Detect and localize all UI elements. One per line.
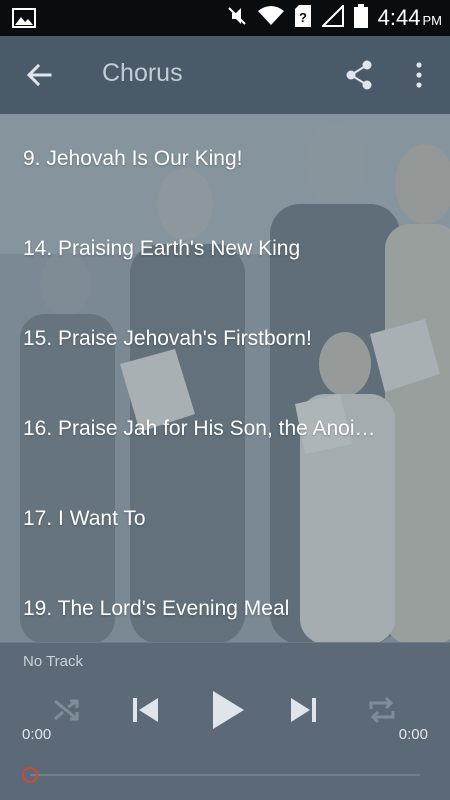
sim-icon: ?	[294, 4, 312, 32]
elapsed-time: 0:00	[22, 726, 52, 743]
song-list: 9. Jehovah Is Our King! 14. Praising Ear…	[0, 114, 450, 642]
list-item[interactable]: 9. Jehovah Is Our King!	[0, 114, 450, 204]
seek-track	[30, 774, 420, 776]
image-icon	[12, 8, 36, 33]
player-bar: No Track 0:00 0:00	[0, 642, 450, 800]
track-name: No Track	[23, 653, 84, 670]
skip-previous-icon[interactable]	[130, 695, 162, 730]
more-vert-icon[interactable]	[408, 58, 430, 92]
song-title: 15. Praise Jehovah's Firstborn!	[23, 327, 312, 350]
signal-icon	[320, 3, 344, 32]
app-bar: Chorus	[0, 36, 450, 114]
song-list-area: 9. Jehovah Is Our King! 14. Praising Ear…	[0, 114, 450, 642]
song-title: 17. I Want To	[23, 507, 146, 530]
list-item[interactable]: 17. I Want To	[0, 474, 450, 564]
clock-ampm: PM	[422, 13, 443, 28]
seek-thumb[interactable]	[22, 767, 38, 783]
play-icon[interactable]	[210, 689, 246, 736]
clock-time: 4:44	[377, 5, 421, 30]
shuffle-icon[interactable]	[52, 695, 82, 730]
back-arrow-icon[interactable]	[22, 58, 56, 92]
list-item[interactable]: 19. The Lord's Evening Meal	[0, 564, 450, 642]
seek-bar[interactable]	[22, 767, 420, 783]
battery-icon	[353, 3, 368, 33]
song-title: 9. Jehovah Is Our King!	[23, 147, 243, 170]
song-title: 16. Praise Jah for His Son, the Anointed	[23, 417, 380, 440]
svg-text:?: ?	[299, 10, 307, 25]
duration-time: 0:00	[398, 726, 428, 743]
skip-next-icon[interactable]	[288, 695, 320, 730]
list-item[interactable]: 14. Praising Earth's New King	[0, 204, 450, 294]
list-item[interactable]: 16. Praise Jah for His Son, the Anointed	[0, 384, 450, 474]
share-icon[interactable]	[343, 58, 377, 92]
list-item[interactable]: 15. Praise Jehovah's Firstborn!	[0, 294, 450, 384]
wifi-icon	[257, 5, 284, 31]
song-title: 14. Praising Earth's New King	[23, 237, 301, 260]
mute-icon	[226, 5, 248, 32]
page-title: Chorus	[102, 59, 183, 87]
repeat-icon[interactable]	[366, 695, 398, 730]
clock: 4:44 PM	[378, 5, 442, 31]
status-bar: ? 4:44 PM	[0, 0, 450, 36]
song-title: 19. The Lord's Evening Meal	[23, 597, 290, 620]
